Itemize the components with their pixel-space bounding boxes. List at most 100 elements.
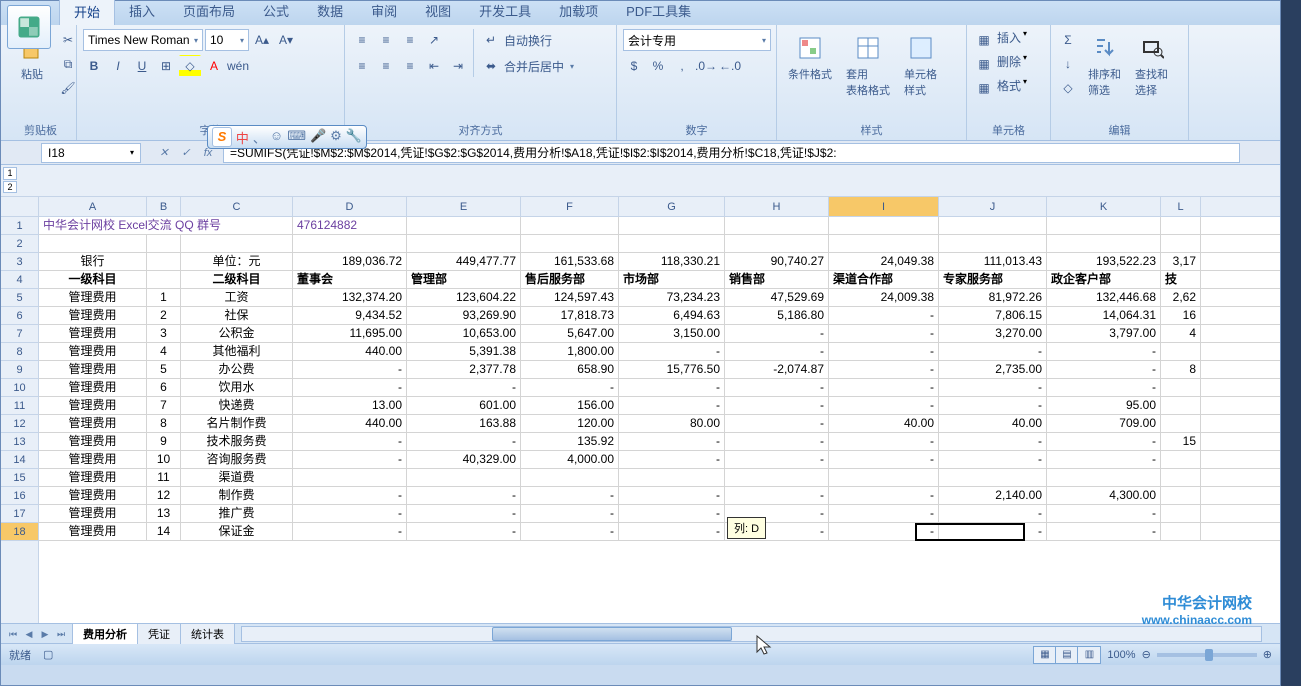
cell[interactable]: 156.00	[521, 397, 619, 414]
cell[interactable]: -	[1047, 433, 1161, 450]
cell[interactable]	[829, 469, 939, 486]
ime-item-6[interactable]: 🔧	[346, 128, 362, 147]
cell[interactable]: -	[725, 487, 829, 504]
increase-decimal-button[interactable]: .0→	[695, 55, 717, 77]
cell[interactable]: 161,533.68	[521, 253, 619, 270]
row-header-16[interactable]: 16	[1, 487, 38, 505]
align-top-button[interactable]: ≡	[351, 29, 373, 51]
cell[interactable]: 管理费用	[39, 415, 147, 432]
row-header-13[interactable]: 13	[1, 433, 38, 451]
cell[interactable]: 政企客户部	[1047, 271, 1161, 288]
cell[interactable]: 专家服务部	[939, 271, 1047, 288]
cell[interactable]: 推广费	[181, 505, 293, 522]
col-header-K[interactable]: K	[1047, 197, 1161, 216]
cell[interactable]: 二级科目	[181, 271, 293, 288]
bold-button[interactable]: B	[83, 55, 105, 77]
cell[interactable]	[521, 235, 619, 252]
enter-formula-button[interactable]: ✓	[177, 144, 195, 162]
cell[interactable]: 3,797.00	[1047, 325, 1161, 342]
cell[interactable]: 管理费用	[39, 451, 147, 468]
cell[interactable]: 440.00	[293, 343, 407, 360]
row-header-5[interactable]: 5	[1, 289, 38, 307]
cell[interactable]: 193,522.23	[1047, 253, 1161, 270]
cell[interactable]: -	[293, 433, 407, 450]
cell[interactable]: -	[521, 505, 619, 522]
cell[interactable]: -	[939, 343, 1047, 360]
cell[interactable]: 123,604.22	[407, 289, 521, 306]
cell[interactable]: 15	[1161, 433, 1201, 450]
cell[interactable]: 658.90	[521, 361, 619, 378]
cell[interactable]	[1161, 217, 1201, 234]
sheet-tab-0[interactable]: 费用分析	[72, 623, 138, 644]
find-select-button[interactable]: 查找和 选择	[1130, 29, 1173, 101]
cell[interactable]	[147, 271, 181, 288]
cell[interactable]: 95.00	[1047, 397, 1161, 414]
col-header-F[interactable]: F	[521, 197, 619, 216]
cell[interactable]	[939, 469, 1047, 486]
cell[interactable]: -	[1047, 379, 1161, 396]
cell[interactable]: 2,62	[1161, 289, 1201, 306]
cell[interactable]	[181, 235, 293, 252]
cell[interactable]	[1161, 415, 1201, 432]
cell[interactable]: 管理费用	[39, 307, 147, 324]
ime-item-2[interactable]: ☺	[270, 128, 283, 147]
cell[interactable]: -	[619, 523, 725, 540]
cell[interactable]: 社保	[181, 307, 293, 324]
cell[interactable]: -	[1047, 361, 1161, 378]
ribbon-tab-3[interactable]: 公式	[249, 0, 303, 25]
table-format-button[interactable]: 套用 表格格式	[841, 29, 895, 101]
cell[interactable]: 14	[147, 523, 181, 540]
cell[interactable]	[619, 235, 725, 252]
cell[interactable]: -	[725, 415, 829, 432]
cell[interactable]: 40,329.00	[407, 451, 521, 468]
number-format-combo[interactable]: 会计专用▾	[623, 29, 771, 51]
zoom-in-button[interactable]: ⊕	[1263, 648, 1272, 661]
cell[interactable]: 40.00	[829, 415, 939, 432]
cell[interactable]: 5	[147, 361, 181, 378]
cell[interactable]: 8	[147, 415, 181, 432]
cell[interactable]: 管理部	[407, 271, 521, 288]
cell[interactable]: 管理费用	[39, 343, 147, 360]
cell[interactable]: -	[1047, 523, 1161, 540]
cell[interactable]: -	[939, 523, 1047, 540]
cell-grid[interactable]: ABCDEFGHIJKL 中华会计网校 Excel交流 QQ 群号4761248…	[39, 197, 1280, 623]
cell[interactable]: 163.88	[407, 415, 521, 432]
cell[interactable]: 10,653.00	[407, 325, 521, 342]
cell[interactable]: -	[619, 343, 725, 360]
row-header-17[interactable]: 17	[1, 505, 38, 523]
align-bottom-button[interactable]: ≡	[399, 29, 421, 51]
page-layout-button[interactable]: ▤	[1056, 647, 1078, 663]
col-header-H[interactable]: H	[725, 197, 829, 216]
ribbon-tab-2[interactable]: 页面布局	[169, 0, 249, 25]
cell[interactable]: 名片制作费	[181, 415, 293, 432]
cell[interactable]: 17,818.73	[521, 307, 619, 324]
fill-color-button[interactable]: ◇	[179, 55, 201, 77]
cell[interactable]: -	[725, 433, 829, 450]
cell[interactable]: 9,434.52	[293, 307, 407, 324]
cell[interactable]: 管理费用	[39, 397, 147, 414]
cell[interactable]: -	[829, 523, 939, 540]
cell[interactable]: 售后服务部	[521, 271, 619, 288]
cell[interactable]: 13	[147, 505, 181, 522]
cell[interactable]	[407, 469, 521, 486]
row-header-10[interactable]: 10	[1, 379, 38, 397]
cell[interactable]: -	[293, 487, 407, 504]
ribbon-tab-0[interactable]: 开始	[59, 0, 115, 25]
cell[interactable]	[1161, 523, 1201, 540]
cell[interactable]	[293, 469, 407, 486]
font-color-button[interactable]: A	[203, 55, 225, 77]
cell[interactable]: -	[1047, 343, 1161, 360]
cell[interactable]	[1047, 469, 1161, 486]
wrap-text-button[interactable]: ↵自动换行	[480, 29, 574, 51]
cell[interactable]	[829, 217, 939, 234]
cell[interactable]: 118,330.21	[619, 253, 725, 270]
select-all-corner[interactable]	[1, 197, 38, 217]
cell[interactable]: 其他福利	[181, 343, 293, 360]
cell[interactable]: 1,800.00	[521, 343, 619, 360]
cell[interactable]: 管理费用	[39, 433, 147, 450]
ime-item-1[interactable]: 、	[253, 128, 266, 147]
col-header-C[interactable]: C	[181, 197, 293, 216]
name-box[interactable]: I18▾	[41, 143, 141, 163]
cell[interactable]: -	[939, 379, 1047, 396]
cell[interactable]: 管理费用	[39, 289, 147, 306]
